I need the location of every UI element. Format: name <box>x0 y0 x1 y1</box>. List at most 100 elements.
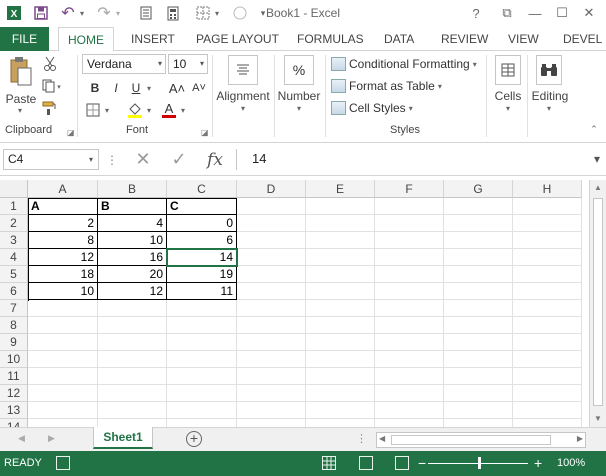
cell-b7[interactable] <box>98 300 167 317</box>
column-header-b[interactable]: B <box>98 180 167 198</box>
ribbon-display-options-icon[interactable]: ⧉ <box>496 3 518 23</box>
horizontal-scrollbar[interactable]: ◀ ▶ <box>376 432 586 448</box>
cell-h1[interactable] <box>513 198 582 215</box>
cell-f8[interactable] <box>375 317 444 334</box>
tab-page-layout[interactable]: PAGE LAYOUT <box>196 27 279 51</box>
maximize-button[interactable]: ☐ <box>551 3 573 23</box>
column-header-d[interactable]: D <box>237 180 306 198</box>
cell-f10[interactable] <box>375 351 444 368</box>
cell-c6[interactable]: 11 <box>167 283 237 300</box>
redo-dropdown-icon[interactable]: ▾ <box>113 4 123 22</box>
alignment-icon[interactable] <box>228 55 258 85</box>
cell-a5[interactable]: 18 <box>28 266 98 283</box>
cell-g12[interactable] <box>444 385 513 402</box>
save-icon[interactable] <box>32 4 50 22</box>
shrink-font-button[interactable]: A˅ <box>190 78 208 98</box>
cell-d14[interactable] <box>237 419 306 427</box>
cell-e7[interactable] <box>306 300 375 317</box>
cell-e2[interactable] <box>306 215 375 232</box>
cell-e14[interactable] <box>306 419 375 427</box>
cell-b10[interactable] <box>98 351 167 368</box>
cell-a6[interactable]: 10 <box>28 283 98 300</box>
cell-g8[interactable] <box>444 317 513 334</box>
select-all-corner[interactable] <box>0 180 28 198</box>
cell-a12[interactable] <box>28 385 98 402</box>
cell-d9[interactable] <box>237 334 306 351</box>
formula-bar-grip-icon[interactable]: ⋮ <box>106 149 118 170</box>
cell-b9[interactable] <box>98 334 167 351</box>
cell-c8[interactable] <box>167 317 237 334</box>
tab-formulas[interactable]: FORMULAS <box>297 27 364 51</box>
cell-c3[interactable]: 6 <box>167 232 237 249</box>
cell-c10[interactable] <box>167 351 237 368</box>
borders-dropdown-icon[interactable]: ▾ <box>212 4 222 22</box>
customize-quick-access-icon[interactable]: ▾ <box>258 4 268 22</box>
vertical-scrollbar[interactable]: ▲ ▼ <box>589 180 606 427</box>
zoom-in-button[interactable]: + <box>534 455 542 471</box>
borders-dropdown-icon[interactable]: ▾ <box>102 100 112 120</box>
cell-e1[interactable] <box>306 198 375 215</box>
row-header-7[interactable]: 7 <box>0 300 28 317</box>
cell-b1[interactable]: B <box>98 198 167 215</box>
column-header-e[interactable]: E <box>306 180 375 198</box>
cell-a11[interactable] <box>28 368 98 385</box>
cell-h8[interactable] <box>513 317 582 334</box>
horizontal-scroll-thumb[interactable] <box>391 435 551 445</box>
cell-a14[interactable] <box>28 419 98 427</box>
cell-a2[interactable]: 2 <box>28 215 98 232</box>
cell-e5[interactable] <box>306 266 375 283</box>
add-sheet-button[interactable]: + <box>186 431 202 447</box>
minimize-button[interactable]: — <box>524 3 546 23</box>
conditional-formatting-button[interactable]: Conditional Formatting ▾ <box>331 54 477 74</box>
cell-f14[interactable] <box>375 419 444 427</box>
cell-g3[interactable] <box>444 232 513 249</box>
collapse-ribbon-icon[interactable]: ⌃ <box>588 124 600 135</box>
cell-d7[interactable] <box>237 300 306 317</box>
cell-b4[interactable]: 16 <box>98 249 167 266</box>
sheet-tab-sheet1[interactable]: Sheet1 <box>93 427 153 449</box>
cell-g2[interactable] <box>444 215 513 232</box>
cell-e4[interactable] <box>306 249 375 266</box>
row-header-9[interactable]: 9 <box>0 334 28 351</box>
close-button[interactable]: ✕ <box>578 3 600 23</box>
paste-button[interactable]: Paste <box>5 92 37 106</box>
cell-c13[interactable] <box>167 402 237 419</box>
row-header-1[interactable]: 1 <box>0 198 28 215</box>
cell-d3[interactable] <box>237 232 306 249</box>
font-color-dropdown-icon[interactable]: ▾ <box>178 100 188 120</box>
cell-e13[interactable] <box>306 402 375 419</box>
cell-e8[interactable] <box>306 317 375 334</box>
copy-icon[interactable]: ▾ <box>40 76 64 96</box>
cell-g11[interactable] <box>444 368 513 385</box>
column-header-g[interactable]: G <box>444 180 513 198</box>
paste-dropdown-icon[interactable]: ▾ <box>14 106 26 115</box>
cell-c11[interactable] <box>167 368 237 385</box>
cell-h3[interactable] <box>513 232 582 249</box>
cell-f7[interactable] <box>375 300 444 317</box>
cell-d11[interactable] <box>237 368 306 385</box>
cell-h7[interactable] <box>513 300 582 317</box>
cell-a7[interactable] <box>28 300 98 317</box>
cell-c7[interactable] <box>167 300 237 317</box>
tab-review[interactable]: REVIEW <box>441 27 488 51</box>
formula-input[interactable]: 14 <box>236 149 576 170</box>
redo-icon[interactable]: ↷ <box>96 4 112 22</box>
cell-c2[interactable]: 0 <box>167 215 237 232</box>
cell-g9[interactable] <box>444 334 513 351</box>
cell-d6[interactable] <box>237 283 306 300</box>
column-header-f[interactable]: F <box>375 180 444 198</box>
page-break-preview-icon[interactable] <box>395 456 409 470</box>
cell-f12[interactable] <box>375 385 444 402</box>
cell-g5[interactable] <box>444 266 513 283</box>
row-header-11[interactable]: 11 <box>0 368 28 385</box>
cell-h6[interactable] <box>513 283 582 300</box>
cell-a13[interactable] <box>28 402 98 419</box>
cell-g7[interactable] <box>444 300 513 317</box>
font-size-combo[interactable]: 10 ▾ <box>168 54 208 74</box>
fill-color-icon[interactable] <box>126 100 144 120</box>
cell-h5[interactable] <box>513 266 582 283</box>
cells-button[interactable]: Cells <box>490 89 526 103</box>
clipboard-dialog-launcher-icon[interactable]: ◪ <box>67 128 75 137</box>
cell-e3[interactable] <box>306 232 375 249</box>
cell-e6[interactable] <box>306 283 375 300</box>
